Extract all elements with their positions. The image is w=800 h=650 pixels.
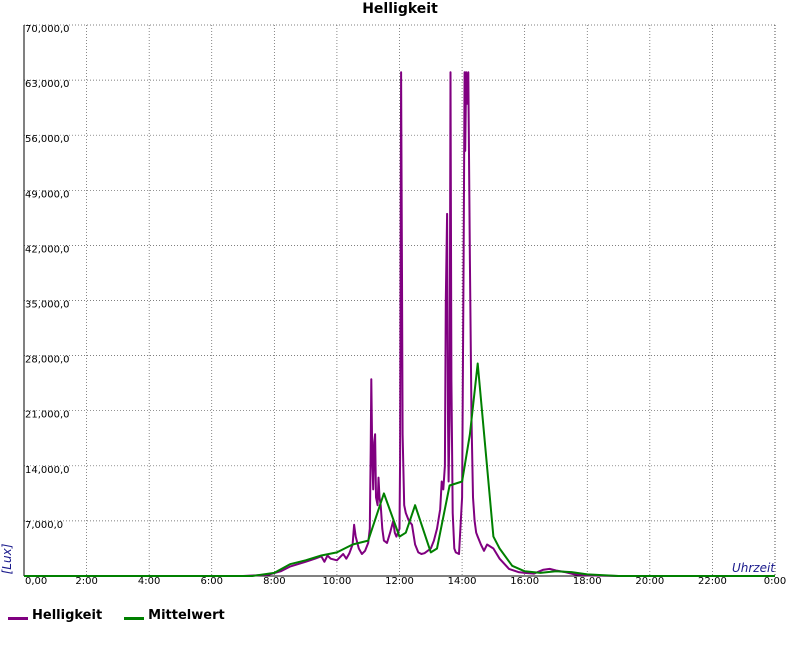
y-axis-label: [Lux]	[0, 543, 14, 574]
x-tick-label: 12:00	[385, 576, 414, 587]
y-tick-label: 14,000,0	[25, 465, 70, 476]
legend-item-helligkeit: Helligkeit	[8, 608, 102, 623]
x-tick-label: 0,00	[25, 576, 47, 587]
legend-swatch-helligkeit	[8, 617, 28, 620]
x-axis-label: Uhrzeit	[732, 561, 776, 575]
legend-item-mittelwert: Mittelwert	[124, 608, 225, 623]
y-tick-label: 7,000,0	[25, 520, 63, 531]
y-tick-label: 49,000,0	[25, 189, 70, 200]
y-tick-label: 28,000,0	[25, 355, 70, 366]
x-tick-label: 0:00	[764, 576, 786, 587]
x-tick-label: 22:00	[698, 576, 727, 587]
legend-label-mittelwert: Mittelwert	[148, 608, 225, 623]
legend: Helligkeit Mittelwert	[8, 608, 225, 623]
x-tick-label: 16:00	[510, 576, 539, 587]
y-tick-label: 56,000,0	[25, 134, 70, 145]
x-tick-label: 2:00	[75, 576, 97, 587]
y-tick-label: 21,000,0	[25, 410, 70, 421]
legend-label-helligkeit: Helligkeit	[32, 608, 103, 623]
x-tick-label: 6:00	[201, 576, 223, 587]
y-tick-label: 35,000,0	[25, 300, 70, 311]
chart: Helligkeit 0,00 2:00 4:00 6:00 8:00 10:00 12:0…	[0, 1, 786, 587]
y-tick-label: 42,000,0	[25, 244, 70, 255]
x-tick-label: 14:00	[448, 576, 477, 587]
x-tick-label: 20:00	[635, 576, 664, 587]
x-tick-label: 8:00	[263, 576, 285, 587]
chart-title: Helligkeit	[362, 1, 438, 17]
y-tick-label: 70,000,0	[25, 24, 70, 35]
x-tick-label: 4:00	[138, 576, 160, 587]
y-tick-label: 63,000,0	[25, 79, 70, 90]
x-tick-label: 18:00	[573, 576, 602, 587]
legend-swatch-mittelwert	[124, 617, 145, 620]
x-tick-label: 10:00	[323, 576, 352, 587]
